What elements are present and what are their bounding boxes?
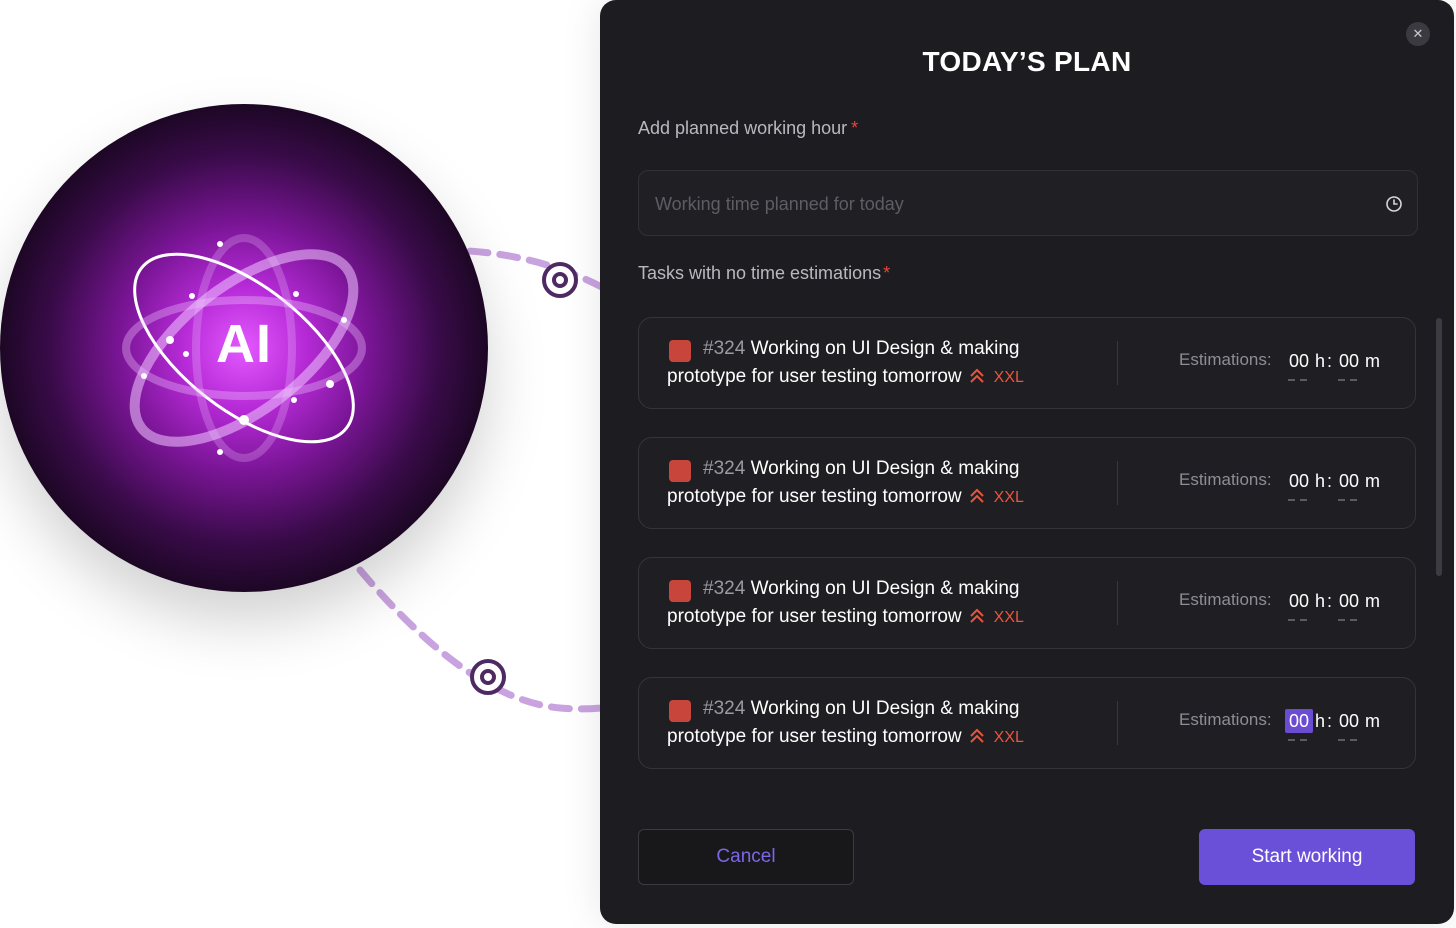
estimation-label: Estimations: xyxy=(1179,470,1272,489)
hours-input[interactable]: 00 xyxy=(1285,469,1313,493)
working-hours-input[interactable] xyxy=(653,171,1357,237)
minutes-underline xyxy=(1338,499,1360,501)
minutes-input[interactable]: 00 xyxy=(1335,589,1363,613)
working-hours-field[interactable] xyxy=(638,170,1418,237)
close-icon[interactable]: ✕ xyxy=(1406,22,1430,46)
priority-up-icon xyxy=(969,368,984,383)
ai-label: AI xyxy=(216,314,272,374)
estimation-label: Estimations: xyxy=(1179,350,1272,369)
minutes-underline xyxy=(1338,379,1360,381)
task-id: #324 xyxy=(703,698,746,719)
size-badge: XXL xyxy=(993,729,1024,746)
time-separator: : xyxy=(1327,351,1333,371)
minutes-unit: m xyxy=(1365,711,1380,731)
minutes-input[interactable]: 00 xyxy=(1335,709,1363,733)
hours-underline xyxy=(1288,619,1310,621)
scrollbar[interactable] xyxy=(1436,318,1442,576)
task-id: #324 xyxy=(703,338,746,359)
ai-orb-illustration: AI xyxy=(0,104,488,592)
cancel-button[interactable]: Cancel xyxy=(638,829,854,885)
priority-up-icon xyxy=(969,488,984,503)
time-separator: : xyxy=(1327,471,1333,491)
size-badge: XXL xyxy=(993,489,1024,506)
size-badge: XXL xyxy=(993,609,1024,626)
todays-plan-modal: ✕ TODAY’S PLAN Add planned working hour *… xyxy=(600,0,1454,924)
eye-icon xyxy=(470,659,506,695)
clock-icon[interactable] xyxy=(1385,195,1403,213)
minutes-unit: m xyxy=(1365,591,1380,611)
hours-input[interactable]: 00 xyxy=(1285,589,1313,613)
task-title: #324 Working on UI Design & making proto… xyxy=(667,338,1024,387)
minutes-input[interactable]: 00 xyxy=(1335,349,1363,373)
required-mark: * xyxy=(883,263,891,283)
minutes-input[interactable]: 00 xyxy=(1335,469,1363,493)
working-hour-label: Add planned working hour * xyxy=(638,118,859,138)
task-title: #324 Working on UI Design & making proto… xyxy=(667,698,1024,747)
hours-unit: h xyxy=(1315,471,1326,491)
minutes-underline xyxy=(1338,739,1360,741)
hours-unit: h xyxy=(1315,711,1326,731)
size-badge: XXL xyxy=(993,369,1024,386)
task-title: #324 Working on UI Design & making proto… xyxy=(667,578,1024,627)
minutes-unit: m xyxy=(1365,471,1380,491)
task-id: #324 xyxy=(703,458,746,479)
divider xyxy=(1117,461,1118,505)
time-separator: : xyxy=(1327,711,1333,731)
minutes-underline xyxy=(1338,619,1360,621)
estimation-label: Estimations: xyxy=(1179,590,1272,609)
hours-unit: h xyxy=(1315,591,1326,611)
task-card[interactable]: #324 Working on UI Design & making proto… xyxy=(638,317,1416,409)
minutes-unit: m xyxy=(1365,351,1380,371)
hours-underline xyxy=(1288,739,1310,741)
priority-up-icon xyxy=(969,608,984,623)
divider xyxy=(1117,341,1118,385)
time-separator: : xyxy=(1327,591,1333,611)
hours-underline xyxy=(1288,499,1310,501)
task-card[interactable]: #324 Working on UI Design & making proto… xyxy=(638,677,1416,769)
divider xyxy=(1117,581,1118,625)
task-card[interactable]: #324 Working on UI Design & making proto… xyxy=(638,437,1416,529)
hours-underline xyxy=(1288,379,1310,381)
hours-unit: h xyxy=(1315,351,1326,371)
tasks-section-label: Tasks with no time estimations * xyxy=(638,263,891,283)
start-working-button[interactable]: Start working xyxy=(1199,829,1415,885)
required-mark: * xyxy=(851,118,859,138)
task-id: #324 xyxy=(703,578,746,599)
divider xyxy=(1117,701,1118,745)
modal-title: TODAY’S PLAN xyxy=(922,46,1132,77)
estimation-label: Estimations: xyxy=(1179,710,1272,729)
task-title: #324 Working on UI Design & making proto… xyxy=(667,458,1024,507)
hours-input-focused[interactable]: 00 xyxy=(1285,709,1313,733)
priority-up-icon xyxy=(969,728,984,743)
hours-input[interactable]: 00 xyxy=(1285,349,1313,373)
task-card[interactable]: #324 Working on UI Design & making proto… xyxy=(638,557,1416,649)
eye-icon xyxy=(542,262,578,298)
